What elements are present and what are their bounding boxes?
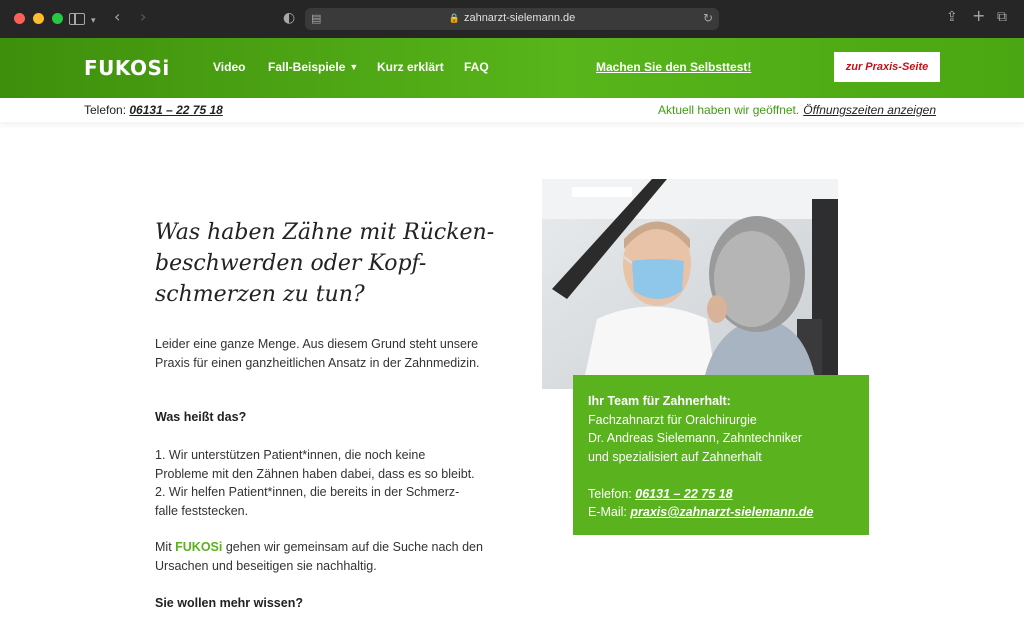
- nav-fall-beispiele[interactable]: Fall-Beispiele ▼: [268, 60, 358, 74]
- praxis-seite-button[interactable]: zur Praxis-Seite: [834, 52, 940, 82]
- team-phone-label: Telefon:: [588, 486, 636, 501]
- team-line: Fachzahnarzt für Oralchirurgie: [588, 412, 757, 427]
- nav-fall-beispiele-label: Fall-Beispiele: [268, 60, 346, 74]
- list-line: 1. Wir unterstützen Patient*innen, die n…: [155, 448, 426, 462]
- forward-icon[interactable]: ›: [140, 9, 146, 25]
- list-line: Probleme mit den Zähnen haben dabei, das…: [155, 466, 475, 481]
- new-tab-icon[interactable]: +: [972, 8, 985, 24]
- phone-label: Telefon:: [84, 103, 127, 117]
- url-text: 🔒 zahnarzt-sielemann.de: [305, 12, 719, 24]
- p4-prefix: Mit: [155, 540, 176, 554]
- dentist-patient-photo: [542, 179, 838, 389]
- open-status-text: Aktuell haben wir geöffnet.: [658, 103, 800, 117]
- opening-status: Aktuell haben wir geöffnet. Öffnungszeite…: [658, 103, 936, 117]
- more-info-heading: Sie wollen mehr wissen?: [155, 596, 303, 610]
- share-icon[interactable]: ⇪: [946, 10, 958, 24]
- team-title: Ihr Team für Zahnerhalt:: [588, 394, 731, 408]
- question-heading: Was heißt das?: [155, 410, 247, 424]
- team-phone-link[interactable]: 06131 – 22 75 18: [635, 487, 732, 501]
- reload-icon[interactable]: ↻: [703, 11, 713, 25]
- page-headline: Was haben Zähne mit Rücken- beschwerden …: [155, 217, 495, 310]
- main-navigation: FUKOSi Video Fall-Beispiele ▼ Kurz erklär…: [0, 38, 1024, 98]
- sidebar-toggle-icon[interactable]: [69, 13, 85, 25]
- intro-paragraph: Leider eine ganze Menge. Aus diesem Grun…: [155, 337, 480, 370]
- fukosi-logo[interactable]: FUKOSi: [84, 56, 170, 80]
- back-icon[interactable]: ‹: [114, 9, 120, 25]
- team-line: Dr. Andreas Sielemann, Zahntechniker: [588, 431, 803, 445]
- info-bar: Telefon: 06131 – 22 75 18 Aktuell haben …: [0, 98, 1024, 122]
- header-phone: Telefon: 06131 – 22 75 18: [84, 103, 223, 117]
- headline-line: beschwerden oder Kopf-: [155, 251, 427, 276]
- phone-link[interactable]: 06131 – 22 75 18: [129, 103, 222, 117]
- photo-illustration: [542, 179, 838, 389]
- tab-overview-icon[interactable]: ⧉: [997, 10, 1007, 24]
- selbsttest-link[interactable]: Machen Sie den Selbsttest!: [596, 60, 751, 74]
- chevron-down-icon[interactable]: ▾: [91, 14, 96, 28]
- lock-icon: 🔒: [448, 13, 460, 23]
- minimize-window-button[interactable]: [33, 13, 44, 24]
- address-bar[interactable]: ▤ 🔒 zahnarzt-sielemann.de ↻: [305, 8, 719, 30]
- team-email-link[interactable]: praxis@zahnarzt-sielemann.de: [630, 505, 813, 519]
- nav-kurz-erklaert[interactable]: Kurz erklärt: [377, 60, 444, 74]
- headline-line: schmerzen zu tun?: [155, 282, 365, 307]
- zoom-window-button[interactable]: [52, 13, 63, 24]
- browser-toolbar: ▾ ‹ › ◐ ▤ 🔒 zahnarzt-sielemann.de ↻ ⇪ + ⧉: [0, 0, 1024, 38]
- fukosi-brand-text: FUKOSi: [175, 540, 223, 554]
- window-controls: [14, 13, 63, 24]
- team-email-label: E-Mail:: [588, 505, 631, 519]
- team-info-box: Ihr Team für Zahnerhalt: Fachzahnarzt fü…: [573, 375, 869, 535]
- team-line: und spezialisiert auf Zahnerhalt: [588, 449, 762, 464]
- list-line: 2. Wir helfen Patient*innen, die bereits…: [155, 485, 460, 499]
- nav-video[interactable]: Video: [213, 60, 245, 74]
- team-email: E-Mail: praxis@zahnarzt-sielemann.de: [588, 503, 854, 522]
- url-label: zahnarzt-sielemann.de: [463, 12, 576, 24]
- shield-icon[interactable]: ◐: [283, 11, 295, 25]
- list-paragraph: 1. Wir unterstützen Patient*innen, die n…: [155, 446, 495, 520]
- fukosi-paragraph: Mit FUKOSi gehen wir gemeinsam auf die S…: [155, 538, 495, 575]
- list-line: falle feststecken.: [155, 503, 249, 518]
- nav-faq[interactable]: FAQ: [464, 60, 489, 74]
- opening-hours-link[interactable]: Öffnungszeiten anzeigen: [803, 103, 936, 117]
- headline-line: Was haben Zähne mit Rücken-: [155, 220, 495, 245]
- close-window-button[interactable]: [14, 13, 25, 24]
- team-phone: Telefon: 06131 – 22 75 18: [588, 485, 854, 504]
- chevron-down-icon: ▼: [349, 62, 359, 72]
